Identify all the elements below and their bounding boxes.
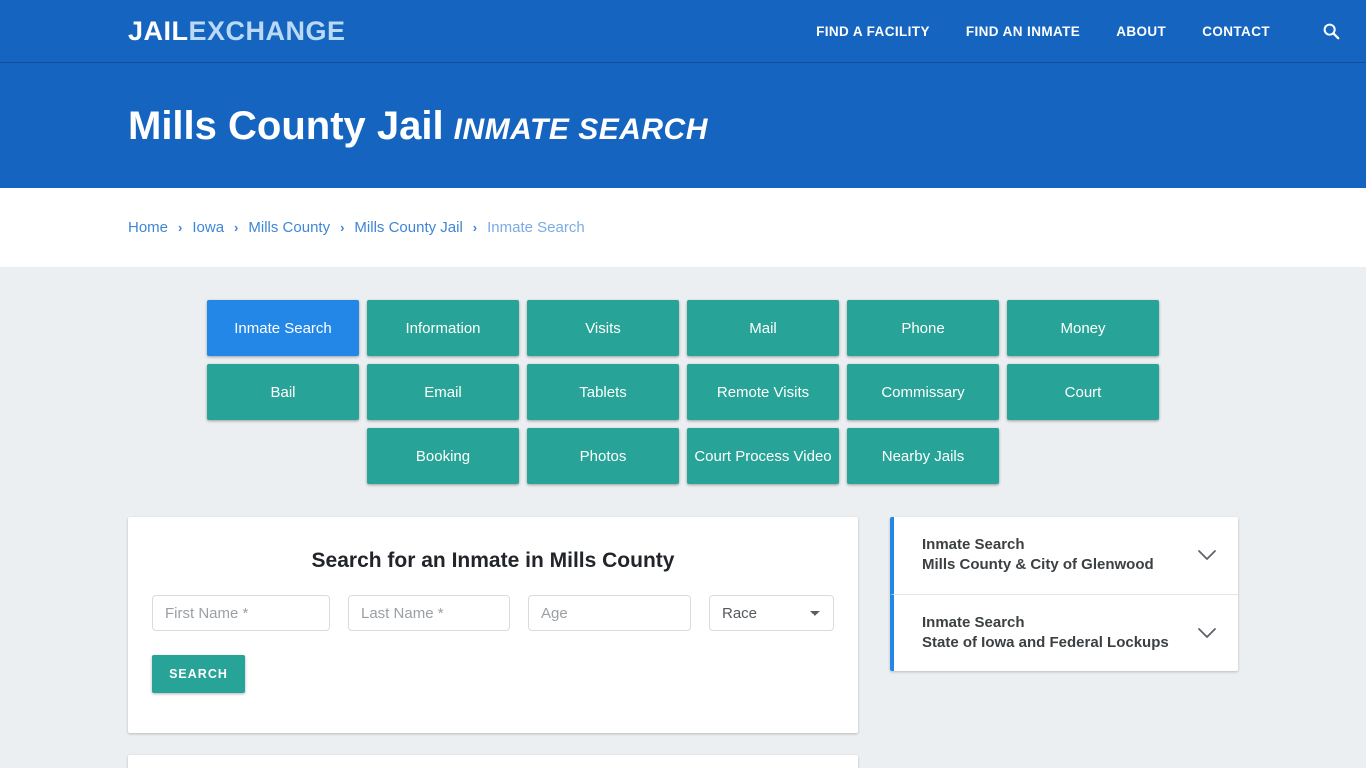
inmate-search-accordion: Inmate Search Mills County & City of Gle… (890, 517, 1238, 671)
tab-inmate-search[interactable]: Inmate Search (207, 300, 359, 356)
breadcrumb-separator-icon: › (178, 220, 183, 235)
page-title: Mills County Jail INMATE SEARCH (128, 106, 708, 146)
tab-email[interactable]: Email (367, 364, 519, 420)
nav-item-about[interactable]: ABOUT (1116, 24, 1166, 39)
main-columns: Search for an Inmate in Mills County Rac… (128, 517, 1238, 768)
chevron-down-icon[interactable] (1196, 544, 1218, 566)
page-title-sub: INMATE SEARCH (453, 112, 708, 146)
page-title-main: Mills County Jail (128, 103, 444, 148)
tab-commissary[interactable]: Commissary (847, 364, 999, 420)
tab-mail[interactable]: Mail (687, 300, 839, 356)
main-navigation: FIND A FACILITY FIND AN INMATE ABOUT CON… (816, 20, 1342, 42)
breadcrumb-separator-icon: › (472, 220, 478, 235)
nav-item-contact[interactable]: CONTACT (1202, 24, 1270, 39)
tab-bail[interactable]: Bail (207, 364, 359, 420)
tab-remote-visits[interactable]: Remote Visits (687, 364, 839, 420)
tab-booking[interactable]: Booking (367, 428, 519, 484)
search-form-title: Search for an Inmate in Mills County (311, 549, 675, 572)
search-button[interactable]: SEARCH (152, 655, 245, 693)
tab-money[interactable]: Money (1007, 300, 1159, 356)
logo-text-primary: JAIL (128, 15, 189, 46)
last-name-input[interactable] (348, 595, 510, 631)
sidebar-column: Inmate Search Mills County & City of Gle… (890, 517, 1238, 671)
nav-item-find-an-inmate[interactable]: FIND AN INMATE (966, 24, 1080, 39)
breadcrumb-item-iowa[interactable]: Iowa (192, 219, 224, 236)
race-select[interactable]: Race (709, 595, 834, 631)
breadcrumb-item-mills-county[interactable]: Mills County (248, 219, 330, 236)
sidebar-item-subtitle: State of Iowa and Federal Lockups (922, 633, 1169, 651)
sidebar-item-text: Inmate Search Mills County & City of Gle… (922, 535, 1186, 576)
search-form-fields: Race (152, 595, 834, 631)
tab-tablets[interactable]: Tablets (527, 364, 679, 420)
tab-court[interactable]: Court (1007, 364, 1159, 420)
tab-visits[interactable]: Visits (527, 300, 679, 356)
tab-court-process-video[interactable]: Court Process Video (687, 428, 839, 484)
breadcrumb-item-inmate-search: Inmate Search (487, 219, 585, 236)
sidebar-item-inmate-search-state[interactable]: Inmate Search State of Iowa and Federal … (890, 593, 1238, 671)
inmate-search-card: Search for an Inmate in Mills County Rac… (128, 517, 858, 733)
facility-tab-grid: Inmate Search Information Visits Mail Ph… (128, 300, 1238, 484)
breadcrumb-separator-icon: › (340, 220, 345, 235)
sidebar-item-title: Inmate Search (922, 613, 1025, 631)
breadcrumb-separator-icon: › (234, 220, 239, 235)
tab-nearby-jails[interactable]: Nearby Jails (847, 428, 999, 484)
sidebar-item-title: Inmate Search (922, 536, 1025, 553)
secondary-content-card (128, 755, 858, 768)
breadcrumb-item-mills-county-jail[interactable]: Mills County Jail (354, 219, 462, 236)
site-header: JAILEXCHANGE FIND A FACILITY FIND AN INM… (0, 0, 1366, 63)
breadcrumb-bar: Home › Iowa › Mills County › Mills Count… (0, 188, 1366, 267)
breadcrumb-item-home[interactable]: Home (128, 219, 168, 236)
sidebar-item-text: Inmate Search State of Iowa and Federal … (922, 613, 1186, 654)
search-icon[interactable] (1320, 20, 1342, 42)
age-input[interactable] (528, 595, 691, 631)
page-body: Inmate Search Information Visits Mail Ph… (0, 267, 1366, 768)
main-column: Search for an Inmate in Mills County Rac… (128, 517, 858, 768)
content-container: Inmate Search Information Visits Mail Ph… (128, 300, 1238, 768)
nav-item-find-a-facility[interactable]: FIND A FACILITY (816, 24, 930, 39)
sidebar-item-subtitle: Mills County & City of Glenwood (922, 556, 1154, 574)
hero-banner: Mills County Jail INMATE SEARCH (0, 63, 1366, 188)
breadcrumb: Home › Iowa › Mills County › Mills Count… (128, 219, 585, 236)
tab-information[interactable]: Information (367, 300, 519, 356)
tab-photos[interactable]: Photos (527, 428, 679, 484)
sidebar-item-inmate-search-county[interactable]: Inmate Search Mills County & City of Gle… (890, 517, 1238, 594)
chevron-down-icon[interactable] (1196, 622, 1218, 644)
tab-phone[interactable]: Phone (847, 300, 999, 356)
first-name-input[interactable] (152, 595, 330, 631)
site-logo[interactable]: JAILEXCHANGE (128, 15, 346, 46)
logo-text-secondary: EXCHANGE (188, 15, 346, 46)
